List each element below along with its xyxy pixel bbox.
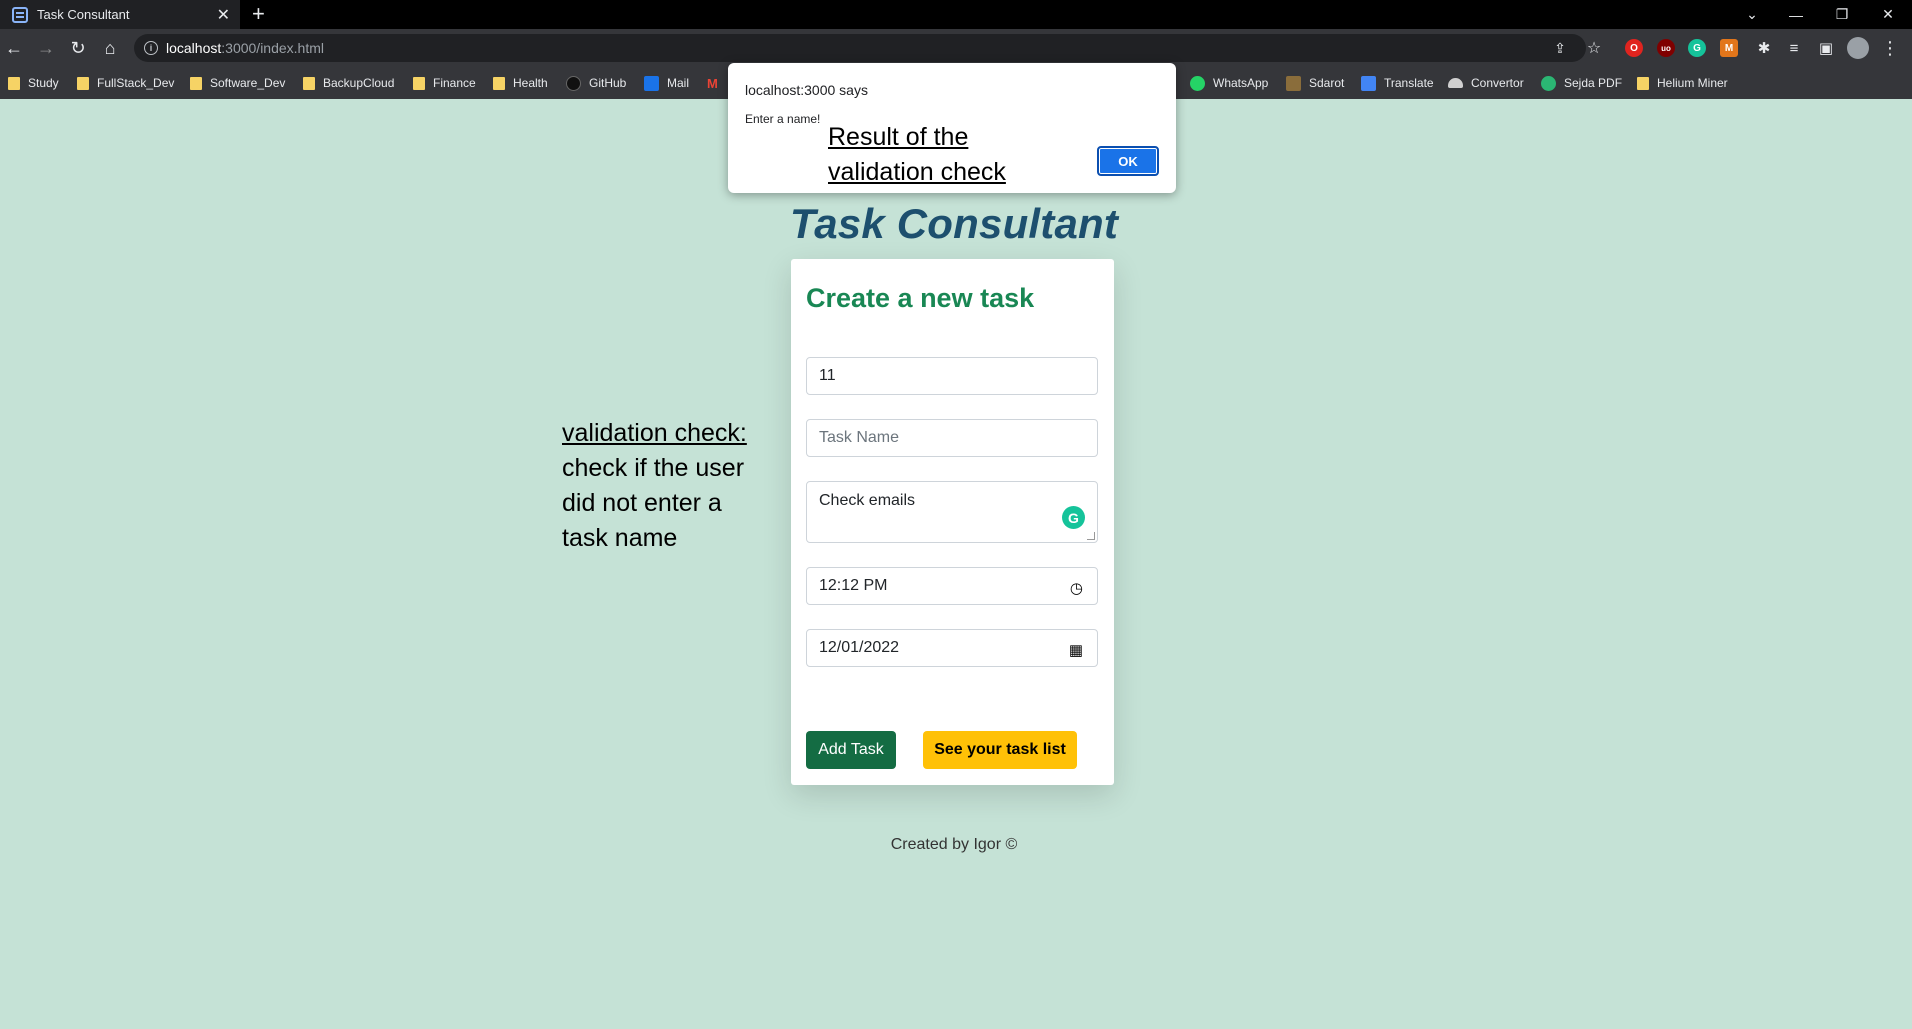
profile-avatar[interactable] [1847, 37, 1869, 59]
github-icon [566, 75, 581, 91]
site-info-icon[interactable]: i [144, 41, 158, 55]
calendar-icon[interactable]: ▦ [1069, 641, 1083, 659]
url-host: localhost [166, 40, 222, 56]
task-id-field[interactable] [806, 357, 1098, 395]
new-tab-button[interactable]: + [252, 2, 265, 26]
share-icon[interactable]: ⇪ [1548, 36, 1572, 60]
bookmark-software-dev[interactable]: Software_Dev [190, 75, 285, 91]
alert-origin: localhost:3000 says [745, 82, 868, 98]
task-name-input[interactable] [819, 429, 1085, 447]
minimize-icon[interactable]: — [1772, 0, 1820, 29]
whatsapp-icon [1190, 75, 1205, 91]
folder-icon [1637, 76, 1649, 90]
browser-tab[interactable]: Task Consultant ✕ [0, 0, 240, 29]
extensions-puzzle-icon[interactable]: ✱ [1752, 36, 1776, 60]
folder-icon [413, 76, 425, 90]
folder-icon [77, 76, 89, 90]
resize-handle-icon[interactable] [1087, 532, 1095, 540]
ublock-extension-icon[interactable]: uo [1657, 39, 1675, 57]
grammarly-extension-icon[interactable]: G [1688, 39, 1706, 57]
cloud-icon [1448, 78, 1463, 88]
browser-toolbar: ← → ↻ ⌂ i localhost:3000/index.html ⇪ ☆ … [0, 29, 1912, 67]
sejda-icon [1541, 75, 1556, 91]
gmail-icon: M [707, 75, 718, 91]
create-task-card: Create a new task Check emails G 12:12 P… [791, 259, 1114, 785]
alert-ok-button[interactable]: OK [1097, 146, 1159, 176]
bookmark-backupcloud[interactable]: BackupCloud [303, 75, 394, 91]
bookmark-study[interactable]: Study [8, 75, 59, 91]
reading-list-icon[interactable]: ≡ [1782, 36, 1806, 60]
sdarot-icon [1286, 75, 1301, 91]
footer-credit: Created by Igor © [890, 836, 1018, 853]
folder-icon [493, 76, 505, 90]
see-task-list-button[interactable]: See your task list [923, 731, 1077, 769]
bookmark-translate[interactable]: Translate [1361, 75, 1434, 91]
alert-annotation: Result of the validation check [828, 123, 1006, 186]
grammarly-icon[interactable]: G [1062, 506, 1085, 529]
forward-arrow-icon[interactable]: → [34, 36, 58, 60]
side-panel-icon[interactable]: ▣ [1814, 36, 1838, 60]
bookmark-star-icon[interactable]: ☆ [1582, 36, 1606, 60]
task-description-field[interactable]: Check emails G [806, 481, 1098, 543]
alert-dialog: localhost:3000 says Enter a name! Result… [728, 63, 1176, 193]
clock-icon[interactable]: ◷ [1070, 579, 1083, 597]
opera-extension-icon[interactable]: O [1625, 39, 1643, 57]
bookmark-github[interactable]: GitHub [566, 75, 626, 91]
bookmark-gmail[interactable]: M [707, 75, 718, 91]
bookmark-sejda-pdf[interactable]: Sejda PDF [1541, 75, 1622, 91]
restore-icon[interactable]: ❐ [1818, 0, 1866, 29]
task-id-input[interactable] [819, 367, 1085, 385]
tab-favicon-icon [12, 6, 28, 23]
bookmark-fullstack-dev[interactable]: FullStack_Dev [77, 75, 174, 91]
task-date-field[interactable]: 12/01/2022 ▦ [806, 629, 1098, 667]
translate-icon [1361, 75, 1376, 91]
back-arrow-icon[interactable]: ← [2, 36, 26, 60]
close-tab-icon[interactable]: ✕ [217, 5, 230, 25]
add-task-button[interactable]: Add Task [806, 731, 896, 769]
task-date-value: 12/01/2022 [819, 639, 900, 656]
folder-icon [303, 76, 315, 90]
tab-title: Task Consultant [37, 7, 130, 22]
home-icon[interactable]: ⌂ [98, 36, 122, 60]
url-path: :3000/index.html [221, 40, 324, 56]
bookmark-health[interactable]: Health [493, 75, 548, 91]
task-description-text: Check emails [819, 492, 916, 509]
annotation-heading: validation check: [562, 419, 747, 447]
menu-kebab-icon[interactable]: ⋮ [1878, 36, 1902, 60]
page-title: Task Consultant [789, 200, 1119, 247]
browser-tab-strip: Task Consultant ✕ + ⌄ — ❐ ✕ [0, 0, 1912, 29]
bookmark-helium-miner[interactable]: Helium Miner [1637, 75, 1728, 91]
mail-icon [644, 75, 659, 91]
bookmark-finance[interactable]: Finance [413, 75, 476, 91]
card-title: Create a new task [806, 283, 1035, 313]
task-time-value: 12:12 PM [819, 577, 888, 594]
reload-icon[interactable]: ↻ [66, 36, 90, 60]
folder-icon [190, 76, 202, 90]
annotation-body: check if the user did not enter a task n… [562, 454, 745, 552]
window-close-icon[interactable]: ✕ [1864, 0, 1912, 29]
address-bar[interactable]: i localhost:3000/index.html [134, 34, 1586, 62]
alert-message: Enter a name! [745, 112, 821, 126]
metamask-extension-icon[interactable]: M [1720, 39, 1738, 57]
bookmark-whatsapp[interactable]: WhatsApp [1190, 75, 1268, 91]
bookmark-mail[interactable]: Mail [644, 75, 689, 91]
bookmark-sdarot[interactable]: Sdarot [1286, 75, 1344, 91]
bookmark-convertor[interactable]: Convertor [1448, 75, 1524, 91]
task-time-field[interactable]: 12:12 PM ◷ [806, 567, 1098, 605]
folder-icon [8, 76, 20, 90]
tab-search-icon[interactable]: ⌄ [1728, 0, 1776, 29]
validation-annotation: validation check: check if the user did … [562, 416, 772, 556]
task-name-field[interactable] [806, 419, 1098, 457]
